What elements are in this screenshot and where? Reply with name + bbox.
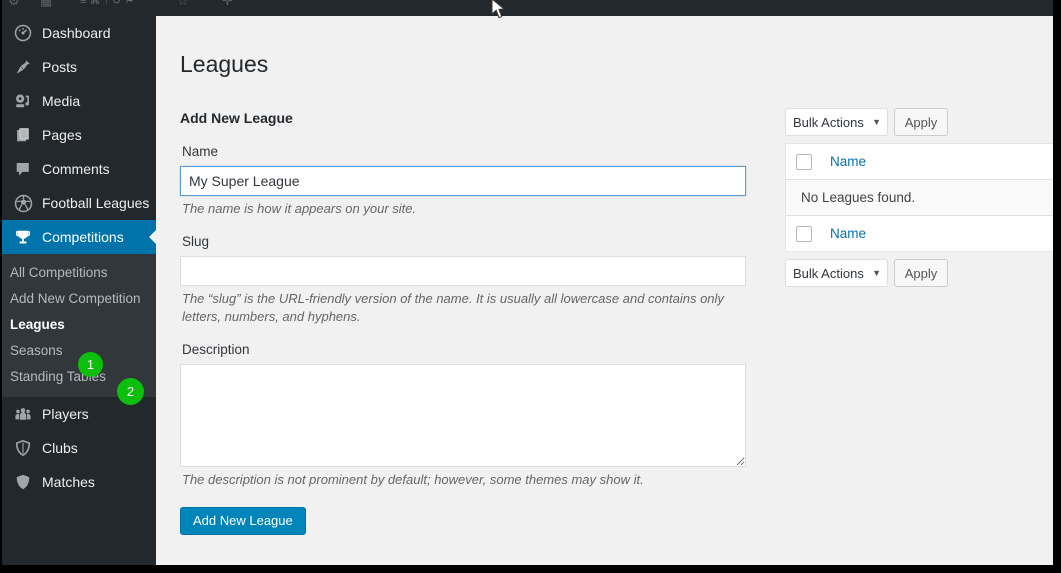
soccer-ball-icon: [10, 193, 36, 213]
leagues-table: Name No Leagues found. Name: [785, 143, 1053, 252]
sidebar-item-label: Dashboard: [42, 25, 111, 41]
sidebar-item-football-leagues[interactable]: Football Leagues: [2, 186, 156, 220]
table-empty-row: No Leagues found.: [786, 180, 1053, 215]
submenu-item-label: All Competitions: [10, 264, 108, 280]
leagues-list-panel: Bulk Actions ▼ Apply Name No Leagues fou…: [785, 108, 1053, 287]
pushpin-icon: [10, 57, 36, 77]
annotation-badge-number: 1: [86, 357, 95, 372]
name-help-text: The name is how it appears on your site.: [182, 201, 417, 216]
column-header-name[interactable]: Name: [830, 154, 866, 169]
sidebar-item-clubs[interactable]: Clubs: [2, 431, 156, 465]
browser-window: ⚙ ▦ ≡ ⌘ ↑ ↺ ⚑ ☆ ✛ Dashboard Posts Media …: [0, 0, 1061, 573]
comment-bubble-icon: [10, 159, 36, 179]
mouse-pointer-icon: [491, 0, 506, 19]
trophy-icon: [10, 227, 36, 247]
slug-input[interactable]: [180, 256, 746, 286]
admin-bar-comments-icon[interactable]: ☆: [177, 0, 189, 8]
table-footer-row: Name: [786, 215, 1053, 251]
admin-bar-new-icon[interactable]: ✛: [222, 0, 233, 8]
bulk-actions-value: Bulk Actions: [793, 265, 864, 281]
shield-filled-icon: [10, 472, 36, 492]
sidebar-item-competitions[interactable]: Competitions: [2, 220, 156, 254]
gauge-icon: [10, 23, 36, 43]
pages-icon: [10, 125, 36, 145]
admin-bar-ghost-labels: ≡ ⌘ ↑ ↺ ⚑: [80, 0, 135, 7]
active-menu-arrow-icon: [149, 229, 156, 245]
submenu-item-leagues[interactable]: Leagues: [2, 311, 156, 337]
add-new-league-form: Add New League Name The name is how it a…: [180, 110, 747, 535]
sidebar-item-label: Football Leagues: [42, 195, 150, 211]
submenu-item-label: Add New Competition: [10, 290, 141, 306]
empty-message: No Leagues found.: [801, 190, 916, 205]
sidebar-item-dashboard[interactable]: Dashboard: [2, 16, 156, 50]
competitions-submenu[interactable]: All Competitions Add New Competition Lea…: [2, 254, 156, 397]
table-header-row: Name: [786, 144, 1053, 180]
admin-bar-site-icon[interactable]: ▦: [40, 0, 52, 8]
page-title: Leagues: [180, 51, 269, 78]
bulk-actions-select-bottom[interactable]: Bulk Actions ▼: [785, 259, 888, 287]
bulk-actions-select-top[interactable]: Bulk Actions ▼: [785, 108, 888, 136]
submenu-item-all-competitions[interactable]: All Competitions: [2, 259, 156, 285]
sidebar-item-label: Comments: [42, 161, 110, 177]
sidebar-item-label: Competitions: [42, 229, 124, 245]
sidebar-item-matches[interactable]: Matches: [2, 465, 156, 499]
wordpress-admin-page: ⚙ ▦ ≡ ⌘ ↑ ↺ ⚑ ☆ ✛ Dashboard Posts Media …: [2, 0, 1053, 565]
slug-help-text: The “slug” is the URL-friendly version o…: [182, 291, 724, 324]
bulk-actions-bottom: Bulk Actions ▼ Apply: [785, 259, 1053, 287]
bulk-actions-top: Bulk Actions ▼ Apply: [785, 108, 1053, 136]
description-label: Description: [182, 342, 250, 357]
shield-outline-icon: [10, 438, 36, 458]
annotation-badge-2: 2: [117, 378, 144, 405]
sidebar-item-label: Media: [42, 93, 81, 109]
media-icon: [10, 91, 36, 111]
sidebar-item-label: Players: [42, 406, 89, 422]
submenu-item-add-new-competition[interactable]: Add New Competition: [2, 285, 156, 311]
annotation-badge-number: 2: [126, 384, 135, 399]
submenu-item-label: Leagues: [10, 316, 65, 332]
sidebar-item-pages[interactable]: Pages: [2, 118, 156, 152]
form-heading: Add New League: [180, 110, 293, 126]
description-help-text: The description is not prominent by defa…: [182, 472, 644, 487]
submenu-item-label: Seasons: [10, 342, 63, 358]
sidebar-item-media[interactable]: Media: [2, 84, 156, 118]
admin-sidebar-menu[interactable]: Dashboard Posts Media Pages Comments Foo…: [2, 16, 156, 565]
apply-button-bottom[interactable]: Apply: [894, 259, 948, 287]
column-footer-name[interactable]: Name: [830, 226, 866, 241]
sidebar-item-label: Matches: [42, 474, 95, 490]
name-input[interactable]: [180, 166, 746, 196]
sidebar-item-posts[interactable]: Posts: [2, 50, 156, 84]
add-new-league-button[interactable]: Add New League: [180, 507, 306, 535]
chevron-down-icon: ▼: [872, 117, 881, 127]
select-all-checkbox-bottom[interactable]: [796, 225, 812, 242]
annotation-badge-1: 1: [78, 352, 103, 377]
main-content: Leagues Add New League Name The name is …: [156, 16, 1053, 565]
sidebar-item-comments[interactable]: Comments: [2, 152, 156, 186]
admin-bar-wp-logo-icon[interactable]: ⚙: [8, 0, 20, 8]
chevron-down-icon: ▼: [872, 268, 881, 278]
bulk-actions-value: Bulk Actions: [793, 114, 864, 130]
sidebar-item-label: Pages: [42, 127, 82, 143]
wp-admin-bar[interactable]: ⚙ ▦ ≡ ⌘ ↑ ↺ ⚑ ☆ ✛: [2, 0, 1053, 16]
sidebar-item-label: Clubs: [42, 440, 78, 456]
sidebar-item-label: Posts: [42, 59, 78, 75]
description-textarea[interactable]: [180, 364, 746, 467]
apply-button-top[interactable]: Apply: [894, 108, 948, 136]
slug-label: Slug: [182, 234, 210, 249]
users-group-icon: [10, 404, 36, 424]
name-label: Name: [182, 144, 219, 159]
select-all-checkbox-top[interactable]: [796, 153, 812, 170]
